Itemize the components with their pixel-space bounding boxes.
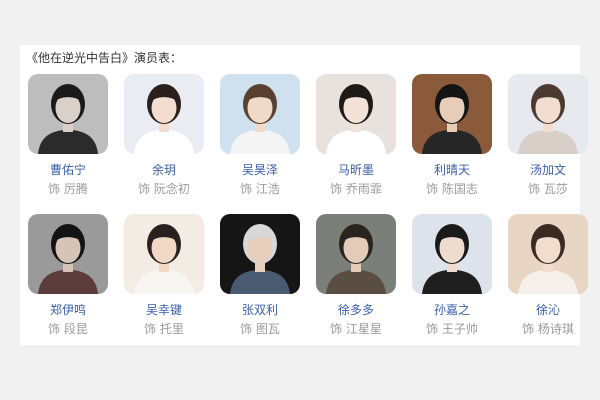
cast-card[interactable]: 徐沁 饰 杨诗琪	[500, 214, 596, 354]
cast-card[interactable]: 郑伊鸣 饰 段昆	[20, 214, 116, 354]
portrait-image	[220, 214, 300, 294]
cast-card[interactable]: 吴幸键 饰 托里	[116, 214, 212, 354]
role-name: 饰 陈国志	[426, 182, 478, 196]
cast-card[interactable]: 利晴天 饰 陈国志	[404, 74, 500, 214]
portrait-image	[220, 74, 300, 154]
cast-card[interactable]: 余玥 饰 阮念初	[116, 74, 212, 214]
actor-name-link[interactable]: 利晴天	[434, 162, 470, 178]
portrait-image	[124, 74, 204, 154]
portrait-image	[316, 214, 396, 294]
actor-photo[interactable]	[412, 74, 492, 154]
role-name: 饰 厉腾	[48, 182, 88, 196]
portrait-image	[412, 214, 492, 294]
portrait-image	[28, 214, 108, 294]
portrait-image	[124, 214, 204, 294]
actor-photo[interactable]	[220, 214, 300, 294]
cast-card[interactable]: 孙嘉之 饰 王子帅	[404, 214, 500, 354]
actor-photo[interactable]	[28, 214, 108, 294]
portrait-image	[508, 74, 588, 154]
cast-list-title: 《他在逆光中告白》演员表：	[26, 51, 183, 65]
role-name: 饰 托里	[144, 322, 184, 336]
cast-card[interactable]: 马昕墨 饰 乔雨霏	[308, 74, 404, 214]
actor-photo[interactable]	[124, 74, 204, 154]
actor-photo[interactable]	[412, 214, 492, 294]
actor-name-link[interactable]: 孙嘉之	[434, 302, 470, 318]
portrait-image	[316, 74, 396, 154]
portrait-image	[412, 74, 492, 154]
actor-name-link[interactable]: 余玥	[152, 162, 176, 178]
portrait-image	[508, 214, 588, 294]
cast-grid: 曹佑宁 饰 厉腾 余玥 饰 阮念初 吴昊泽 饰 江浩 马昕墨 饰 乔雨霏 利晴天…	[20, 74, 588, 354]
actor-photo[interactable]	[28, 74, 108, 154]
actor-name-link[interactable]: 张双利	[242, 302, 278, 318]
actor-name-link[interactable]: 吴昊泽	[242, 162, 278, 178]
actor-name-link[interactable]: 曹佑宁	[50, 162, 86, 178]
actor-photo[interactable]	[316, 74, 396, 154]
actor-name-link[interactable]: 郑伊鸣	[50, 302, 86, 318]
cast-card[interactable]: 徐多多 饰 江星星	[308, 214, 404, 354]
actor-photo[interactable]	[508, 214, 588, 294]
role-name: 饰 图瓦	[240, 322, 280, 336]
cast-card[interactable]: 曹佑宁 饰 厉腾	[20, 74, 116, 214]
role-name: 饰 杨诗琪	[522, 322, 574, 336]
cast-panel: 《他在逆光中告白》演员表： 曹佑宁 饰 厉腾 余玥 饰 阮念初 吴昊泽 饰 江浩…	[20, 45, 588, 345]
cast-card[interactable]: 汤加文 饰 瓦莎	[500, 74, 596, 214]
actor-photo[interactable]	[220, 74, 300, 154]
role-name: 饰 江浩	[240, 182, 280, 196]
actor-photo[interactable]	[508, 74, 588, 154]
actor-photo[interactable]	[124, 214, 204, 294]
actor-name-link[interactable]: 徐多多	[338, 302, 374, 318]
actor-name-link[interactable]: 汤加文	[530, 162, 566, 178]
role-name: 饰 阮念初	[138, 182, 190, 196]
role-name: 饰 王子帅	[426, 322, 478, 336]
cast-card[interactable]: 张双利 饰 图瓦	[212, 214, 308, 354]
role-name: 饰 瓦莎	[528, 182, 568, 196]
actor-name-link[interactable]: 徐沁	[536, 302, 560, 318]
actor-photo[interactable]	[316, 214, 396, 294]
cast-card[interactable]: 吴昊泽 饰 江浩	[212, 74, 308, 214]
portrait-image	[28, 74, 108, 154]
role-name: 饰 江星星	[330, 322, 382, 336]
role-name: 饰 乔雨霏	[330, 182, 382, 196]
actor-name-link[interactable]: 吴幸键	[146, 302, 182, 318]
role-name: 饰 段昆	[48, 322, 88, 336]
actor-name-link[interactable]: 马昕墨	[338, 162, 374, 178]
